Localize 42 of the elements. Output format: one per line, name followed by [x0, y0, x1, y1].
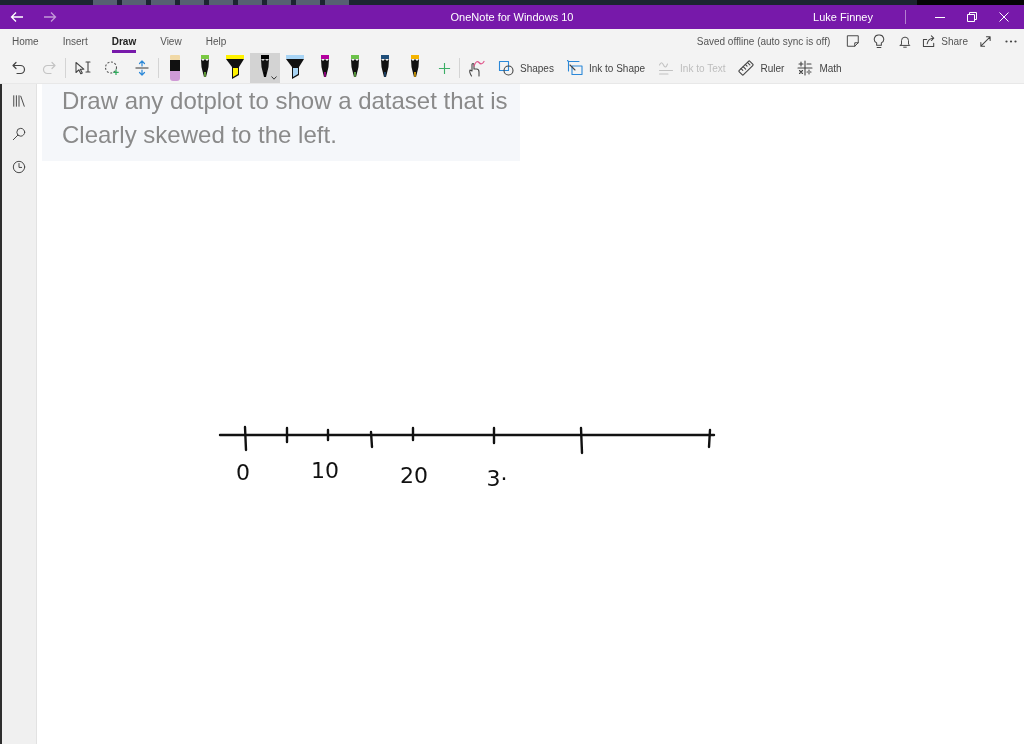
ink-to-shape-icon: [566, 60, 583, 76]
ink-to-shape-button[interactable]: Ink to Shape: [560, 53, 652, 83]
back-arrow-icon: [9, 11, 24, 23]
clock-icon: [12, 159, 26, 174]
search-icon: [12, 126, 26, 141]
sticky-note-icon: [846, 34, 861, 48]
handwritten-label: 10: [311, 457, 339, 483]
math-icon: [797, 60, 814, 76]
ribbon-tab[interactable]: Home: [12, 29, 39, 53]
ink-to-text-icon: [658, 60, 675, 76]
insert-space-icon: [134, 60, 150, 76]
notebooks-icon: [12, 93, 26, 108]
window-title: OneNote for Windows 10: [450, 11, 574, 23]
math-button[interactable]: Math: [791, 53, 848, 83]
shapes-icon: [498, 60, 514, 76]
close-icon: [999, 12, 1009, 22]
ribbon-tab[interactable]: Insert: [62, 29, 88, 53]
pen-button[interactable]: [250, 53, 280, 83]
ruler-button[interactable]: Ruler: [732, 53, 791, 83]
more-icon: [1005, 39, 1017, 43]
shapes-button[interactable]: Shapes: [492, 53, 560, 83]
ribbon-tab[interactable]: View: [160, 29, 182, 53]
caret-icon: [271, 76, 277, 80]
plus-icon: [437, 61, 451, 75]
note-text: Draw any dotplot to show a dataset that is Clearly skewed to the left.: [62, 86, 509, 150]
share-button[interactable]: Share: [918, 29, 972, 53]
lightbulb-icon: [873, 33, 886, 49]
undo-icon: [11, 60, 27, 76]
forward-arrow-icon: [42, 11, 57, 23]
sync-status: Saved offline (auto sync is off): [696, 35, 831, 47]
restore-icon: [967, 12, 977, 22]
handwritten-label: 20: [400, 462, 428, 488]
cursor-text-icon: [73, 60, 91, 76]
expand-icon: [978, 34, 992, 48]
redo-icon: [41, 60, 57, 76]
handwritten-label: 0: [236, 459, 250, 485]
handwritten-label: 3·: [486, 465, 508, 491]
ruler-icon: [738, 60, 755, 76]
ribbon-tab[interactable]: Help: [205, 29, 227, 53]
hand-squiggle-icon: [467, 59, 485, 77]
user-name: Luke Finney: [813, 11, 873, 23]
lasso-icon: [104, 60, 120, 76]
